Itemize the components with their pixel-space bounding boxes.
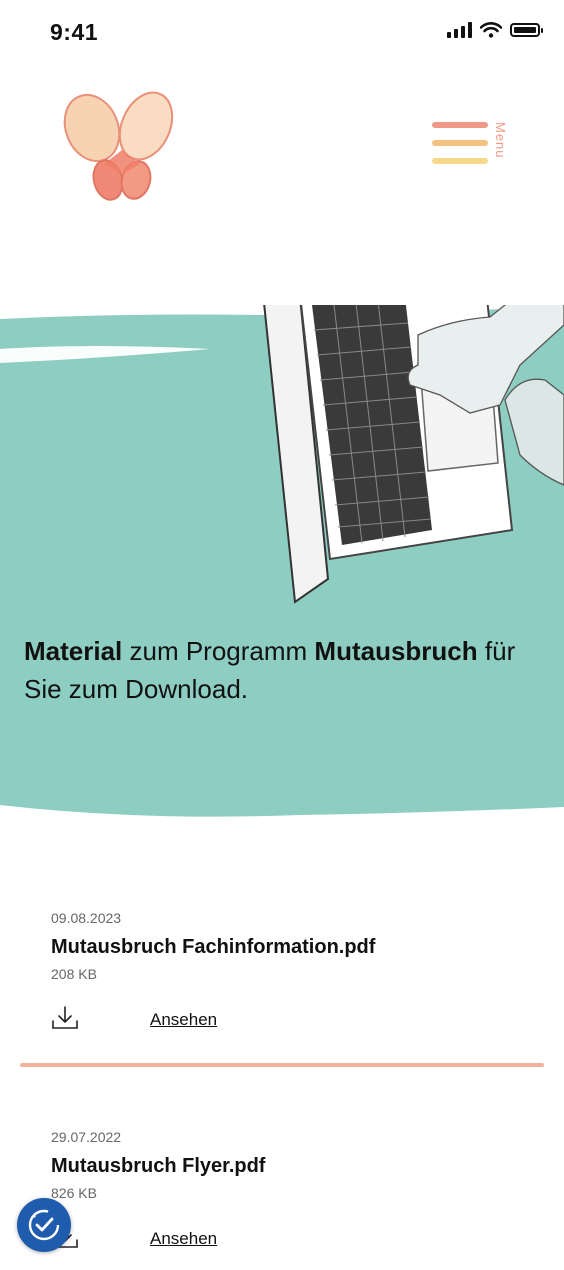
menu-label: Menu <box>493 122 508 159</box>
accessibility-icon <box>28 1209 60 1241</box>
menu-icon-bar <box>432 140 488 146</box>
view-link[interactable]: Ansehen <box>150 1229 217 1249</box>
butterfly-logo[interactable] <box>52 84 182 204</box>
document-title: Mutausbruch Fachinformation.pdf <box>51 936 376 958</box>
menu-icon-bar <box>432 158 488 164</box>
hero-bold-material: Material <box>24 636 123 666</box>
document-date: 09.08.2023 <box>51 910 122 926</box>
status-icons <box>447 22 543 38</box>
menu-button[interactable]: Menu <box>428 116 518 172</box>
status-time: 9:41 <box>50 19 99 45</box>
hero-text-part: zum Programm <box>122 636 315 666</box>
hero-illustration <box>0 305 564 817</box>
battery-icon <box>510 23 543 37</box>
wifi-icon <box>480 22 502 38</box>
document-actions: Ansehen <box>51 1004 521 1040</box>
hero-intro-text: Material zum Programm Mutausbruch für Si… <box>24 632 554 708</box>
divider <box>20 1063 544 1067</box>
signal-icon <box>447 22 472 38</box>
document-date: 29.07.2022 <box>51 1129 122 1145</box>
document-title: Mutausbruch Flyer.pdf <box>51 1155 266 1177</box>
hero-bold-mutausbruch: Mutausbruch <box>314 636 478 666</box>
document-actions: Ansehen <box>51 1223 521 1259</box>
document-item: 09.08.2023 Mutausbruch Fachinformation.p… <box>51 910 521 1040</box>
document-size: 208 KB <box>51 966 97 982</box>
status-bar: 9:41 <box>0 0 564 68</box>
view-link[interactable]: Ansehen <box>150 1010 217 1030</box>
document-size: 826 KB <box>51 1185 97 1201</box>
download-icon[interactable] <box>51 1004 79 1032</box>
accessibility-button[interactable] <box>17 1198 71 1252</box>
menu-icon <box>432 122 488 128</box>
document-item: 29.07.2022 Mutausbruch Flyer.pdf 826 KB … <box>51 1129 521 1259</box>
